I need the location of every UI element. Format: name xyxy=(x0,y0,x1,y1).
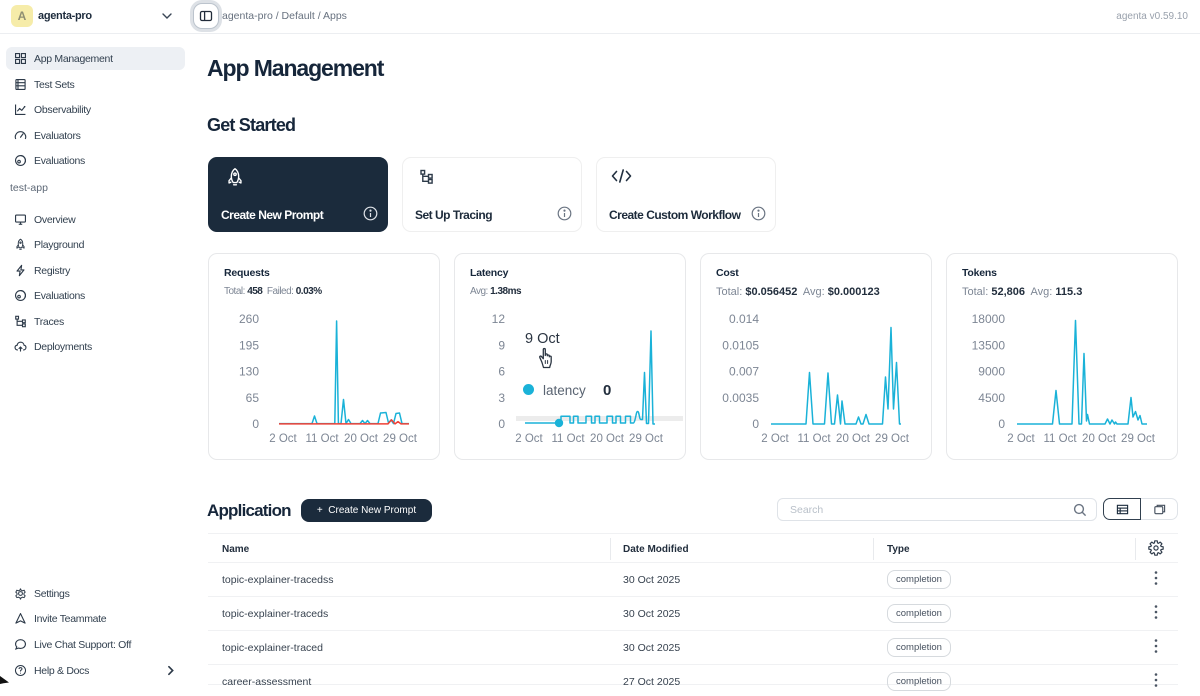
svg-text:11 Oct: 11 Oct xyxy=(305,433,339,445)
svg-text:0.0105: 0.0105 xyxy=(722,338,759,352)
svg-text:3: 3 xyxy=(498,391,505,405)
svg-text:0: 0 xyxy=(998,417,1005,431)
svg-text:9000: 9000 xyxy=(978,365,1005,379)
svg-text:13500: 13500 xyxy=(972,338,1006,352)
svg-text:20 Oct: 20 Oct xyxy=(344,433,379,445)
svg-text:20 Oct: 20 Oct xyxy=(1082,433,1117,445)
svg-text:29 Oct: 29 Oct xyxy=(875,433,910,445)
svg-text:2 Oct: 2 Oct xyxy=(1007,433,1035,445)
svg-text:2 Oct: 2 Oct xyxy=(761,433,789,445)
svg-text:0.007: 0.007 xyxy=(729,365,759,379)
svg-text:0: 0 xyxy=(252,417,259,431)
svg-text:2 Oct: 2 Oct xyxy=(269,433,297,445)
svg-text:65: 65 xyxy=(246,391,260,405)
svg-text:260: 260 xyxy=(239,312,259,326)
svg-text:18000: 18000 xyxy=(972,312,1006,326)
svg-text:20 Oct: 20 Oct xyxy=(836,433,871,445)
svg-text:29 Oct: 29 Oct xyxy=(629,433,664,445)
svg-text:12: 12 xyxy=(492,312,506,326)
svg-text:195: 195 xyxy=(239,338,259,352)
svg-text:9: 9 xyxy=(498,338,505,352)
svg-text:11 Oct: 11 Oct xyxy=(1043,433,1077,445)
svg-text:11 Oct: 11 Oct xyxy=(551,433,585,445)
svg-text:29 Oct: 29 Oct xyxy=(1121,433,1156,445)
svg-text:6: 6 xyxy=(498,365,505,379)
svg-text:20 Oct: 20 Oct xyxy=(590,433,625,445)
svg-text:4500: 4500 xyxy=(978,391,1005,405)
svg-text:130: 130 xyxy=(239,365,259,379)
svg-text:2 Oct: 2 Oct xyxy=(515,433,543,445)
svg-text:11 Oct: 11 Oct xyxy=(797,433,831,445)
svg-text:29 Oct: 29 Oct xyxy=(383,433,418,445)
svg-text:0.0035: 0.0035 xyxy=(722,391,759,405)
svg-text:0: 0 xyxy=(498,417,505,431)
svg-text:0.014: 0.014 xyxy=(729,312,759,326)
svg-text:0: 0 xyxy=(752,417,759,431)
